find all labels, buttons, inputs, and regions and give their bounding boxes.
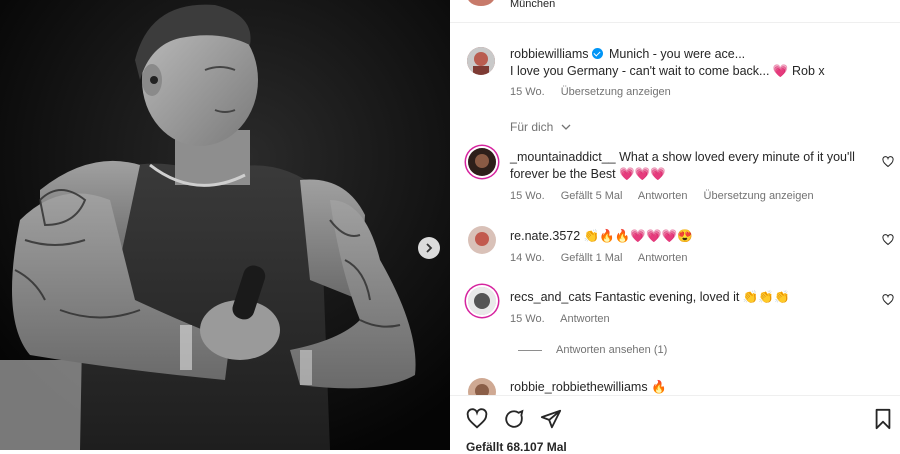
heart-icon[interactable] bbox=[882, 294, 894, 306]
avatar[interactable] bbox=[467, 47, 495, 75]
comment-time[interactable]: 14 Wo. bbox=[510, 252, 545, 264]
header-avatar[interactable] bbox=[467, 0, 495, 6]
reply-button[interactable]: Antworten bbox=[638, 252, 688, 264]
comments-panel: München robbiewilliams Munich - you were… bbox=[450, 0, 900, 454]
verified-icon bbox=[591, 48, 603, 59]
caption-line2-tail: Rob x bbox=[791, 64, 825, 78]
comment-text-line2: forever be the Best bbox=[510, 167, 616, 181]
bookmark-icon[interactable] bbox=[872, 408, 894, 430]
chevron-down-icon bbox=[561, 124, 571, 130]
comment: re.nate.3572 👏🔥🔥💗💗💗😍 bbox=[510, 228, 693, 245]
action-bar: Gefällt 68.107 Mal bbox=[450, 395, 900, 454]
caption-line1: Munich - you were ace... bbox=[608, 47, 746, 61]
comment-text: Fantastic evening, loved it bbox=[594, 290, 740, 304]
caption: robbiewilliams Munich - you were ace... … bbox=[510, 46, 870, 80]
comment-icon[interactable] bbox=[503, 408, 525, 430]
translate-button[interactable]: Übersetzung anzeigen bbox=[704, 190, 814, 202]
comment: _mountainaddict__ What a show loved ever… bbox=[510, 149, 870, 183]
post-header: München bbox=[450, 0, 900, 23]
comment-avatar-image bbox=[468, 226, 496, 254]
heart-icon[interactable] bbox=[466, 408, 488, 430]
caption-time[interactable]: 15 Wo. bbox=[510, 86, 545, 98]
heart-icon[interactable] bbox=[882, 234, 894, 246]
caption-translate[interactable]: Übersetzung anzeigen bbox=[561, 86, 671, 98]
comment-time[interactable]: 15 Wo. bbox=[510, 313, 545, 325]
avatar[interactable] bbox=[468, 287, 496, 315]
filter-label: Für dich bbox=[510, 120, 554, 134]
comment-meta: 14 Wo. Gefällt 1 Mal Antworten bbox=[510, 252, 700, 264]
avatar[interactable] bbox=[468, 226, 496, 254]
heart-emoji: 💗 bbox=[772, 64, 789, 78]
comment-avatar-image bbox=[468, 148, 496, 176]
share-icon[interactable] bbox=[540, 408, 562, 430]
comment-likes[interactable]: Gefällt 5 Mal bbox=[561, 190, 623, 202]
comment: robbie_robbiethewilliams 🔥 bbox=[510, 379, 667, 396]
heart-icon[interactable] bbox=[882, 156, 894, 168]
post-photo bbox=[0, 0, 450, 450]
comment-avatar-image bbox=[468, 287, 496, 315]
comment-filter[interactable]: Für dich bbox=[510, 120, 571, 134]
heart-emoji: 💗💗💗 bbox=[619, 167, 666, 181]
reply-button[interactable]: Antworten bbox=[560, 313, 610, 325]
comment-time[interactable]: 15 Wo. bbox=[510, 190, 545, 202]
comment-meta: 15 Wo. Antworten bbox=[510, 313, 623, 325]
reply-button[interactable]: Antworten bbox=[638, 190, 688, 202]
view-replies-label: Antworten ansehen (1) bbox=[556, 344, 668, 356]
clap-emoji: 👏👏👏 bbox=[742, 290, 790, 304]
replies-divider bbox=[518, 349, 542, 351]
performer-photo bbox=[0, 0, 450, 450]
comment: recs_and_cats Fantastic evening, loved i… bbox=[510, 289, 790, 306]
comment-username[interactable]: _mountainaddict__ bbox=[510, 150, 616, 164]
comment-username[interactable]: recs_and_cats bbox=[510, 290, 591, 304]
comment-username[interactable]: re.nate.3572 bbox=[510, 229, 580, 243]
comment-username[interactable]: robbie_robbiethewilliams bbox=[510, 380, 648, 394]
comment-likes[interactable]: Gefällt 1 Mal bbox=[561, 252, 623, 264]
caption-username[interactable]: robbiewilliams bbox=[510, 47, 589, 61]
avatar[interactable] bbox=[468, 148, 496, 176]
caption-line2: I love you Germany - can't wait to come … bbox=[510, 64, 770, 78]
next-photo-button[interactable] bbox=[418, 237, 440, 259]
caption-meta: 15 Wo. Übersetzung anzeigen bbox=[510, 86, 684, 98]
comment-emojis: 👏🔥🔥💗💗💗😍 bbox=[583, 229, 693, 243]
view-replies-button[interactable]: Antworten ansehen (1) bbox=[518, 344, 667, 356]
fire-emoji: 🔥 bbox=[651, 380, 667, 394]
comment-meta: 15 Wo. Gefällt 5 Mal Antworten Übersetzu… bbox=[510, 190, 827, 202]
location-label[interactable]: München bbox=[510, 0, 555, 10]
comment-text-line1: What a show loved every minute of it you… bbox=[619, 150, 855, 164]
likes-count[interactable]: Gefällt 68.107 Mal bbox=[466, 440, 567, 454]
caption-avatar-image bbox=[467, 47, 495, 75]
chevron-right-icon bbox=[426, 243, 433, 253]
